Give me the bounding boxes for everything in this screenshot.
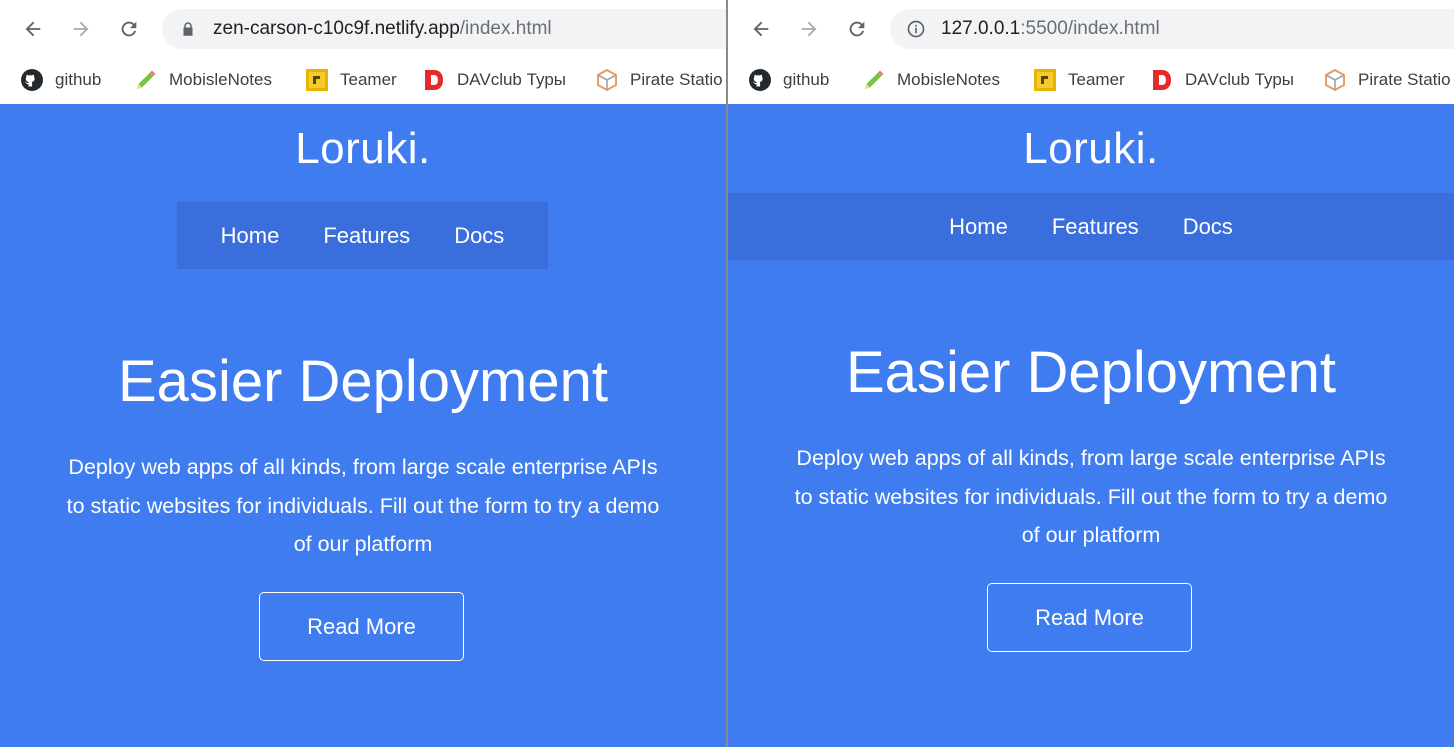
arrow-right-icon (801, 21, 817, 37)
hero-title: Easier Deployment (118, 349, 608, 414)
read-more-button[interactable]: Read More (987, 583, 1192, 652)
nav-home[interactable]: Home (221, 223, 280, 249)
site-logo[interactable]: Loruki. (0, 124, 726, 174)
site-navbar: Home Features Docs (728, 193, 1454, 260)
bookmark-label: Teamer (340, 70, 397, 89)
site-logo[interactable]: Loruki. (728, 124, 1454, 174)
browser-window-left: zen-carson-c10c9f.netlify.app/index.html… (0, 0, 726, 747)
browser-toolbar: zen-carson-c10c9f.netlify.app/index.html (0, 0, 726, 58)
back-button[interactable] (15, 11, 51, 47)
pirate-station-icon (595, 68, 619, 92)
teamer-icon (305, 68, 329, 92)
reload-button[interactable] (839, 11, 875, 47)
address-bar[interactable]: zen-carson-c10c9f.netlify.app/index.html (162, 9, 726, 49)
reload-icon (849, 21, 865, 37)
bookmark-label: MobisleNotes (169, 70, 272, 89)
url-path: /index.html (459, 18, 552, 39)
bookmark-pirate-station[interactable]: Pirate Statio (1323, 65, 1451, 95)
arrow-right-icon (73, 21, 89, 37)
url-text[interactable]: 127.0.0.1:5500/index.html (941, 18, 1160, 40)
page-content: Loruki. Home Features Docs Easier Deploy… (0, 104, 726, 747)
bookmark-label: Pirate Statio (630, 70, 723, 89)
url-host: zen-carson-c10c9f.netlify.app (213, 18, 460, 39)
bookmark-label: github (55, 70, 102, 89)
reload-icon (121, 21, 137, 37)
bookmark-label: DAVclub Туры (1185, 70, 1295, 89)
bookmark-teamer[interactable]: Teamer (1033, 65, 1125, 95)
pencil-icon (134, 68, 158, 92)
davclub-icon (1150, 68, 1174, 92)
bookmark-label: github (783, 70, 830, 89)
bookmark-label: DAVclub Туры (457, 70, 567, 89)
bookmark-davclub[interactable]: DAVclub Туры (1150, 65, 1294, 95)
url-text[interactable]: zen-carson-c10c9f.netlify.app/index.html (213, 18, 552, 40)
hero-text: Deploy web apps of all kinds, from large… (794, 446, 1388, 547)
lock-icon[interactable] (178, 19, 198, 39)
nav-docs[interactable]: Docs (454, 223, 504, 249)
arrow-left-icon (753, 21, 769, 37)
nav-home[interactable]: Home (949, 214, 1008, 240)
info-icon[interactable] (906, 19, 926, 39)
back-button[interactable] (743, 11, 779, 47)
nav-docs[interactable]: Docs (1183, 214, 1233, 240)
arrow-left-icon (25, 21, 41, 37)
bookmark-label: MobisleNotes (897, 70, 1000, 89)
bookmark-pirate-station[interactable]: Pirate Statio (595, 65, 723, 95)
screenshot: zen-carson-c10c9f.netlify.app/index.html… (0, 0, 1454, 747)
bookmark-davclub[interactable]: DAVclub Туры (422, 65, 566, 95)
browser-toolbar: 127.0.0.1:5500/index.html (728, 0, 1454, 58)
teamer-icon (1033, 68, 1057, 92)
bookmark-teamer[interactable]: Teamer (305, 65, 397, 95)
browser-window-right: 127.0.0.1:5500/index.html github Mobisle… (728, 0, 1454, 747)
url-path: :5500/index.html (1020, 18, 1160, 39)
hero-title: Easier Deployment (846, 340, 1336, 405)
bookmark-label: Pirate Statio (1358, 70, 1451, 89)
bookmarks-bar: github MobisleNotes Teamer DAVclub Туры (728, 58, 1454, 104)
pirate-station-icon (1323, 68, 1347, 92)
forward-button[interactable] (791, 11, 827, 47)
page-content: Loruki. Home Features Docs Easier Deploy… (728, 104, 1454, 747)
bookmark-github[interactable]: github (748, 65, 829, 95)
url-host: 127.0.0.1 (941, 18, 1021, 39)
bookmark-mobislenotes[interactable]: MobisleNotes (862, 65, 1000, 95)
github-icon (748, 68, 772, 92)
davclub-icon (422, 68, 446, 92)
read-more-button[interactable]: Read More (259, 592, 464, 661)
bookmark-mobislenotes[interactable]: MobisleNotes (134, 65, 272, 95)
forward-button[interactable] (63, 11, 99, 47)
github-icon (20, 68, 44, 92)
bookmark-label: Teamer (1068, 70, 1125, 89)
bookmark-github[interactable]: github (20, 65, 101, 95)
hero-text: Deploy web apps of all kinds, from large… (66, 455, 660, 556)
bookmarks-bar: github MobisleNotes Teamer DAVclub Туры (0, 58, 726, 104)
site-navbar: Home Features Docs (177, 202, 548, 269)
address-bar[interactable]: 127.0.0.1:5500/index.html (890, 9, 1454, 49)
reload-button[interactable] (111, 11, 147, 47)
nav-features[interactable]: Features (323, 223, 410, 249)
nav-features[interactable]: Features (1052, 214, 1139, 240)
pencil-icon (862, 68, 886, 92)
